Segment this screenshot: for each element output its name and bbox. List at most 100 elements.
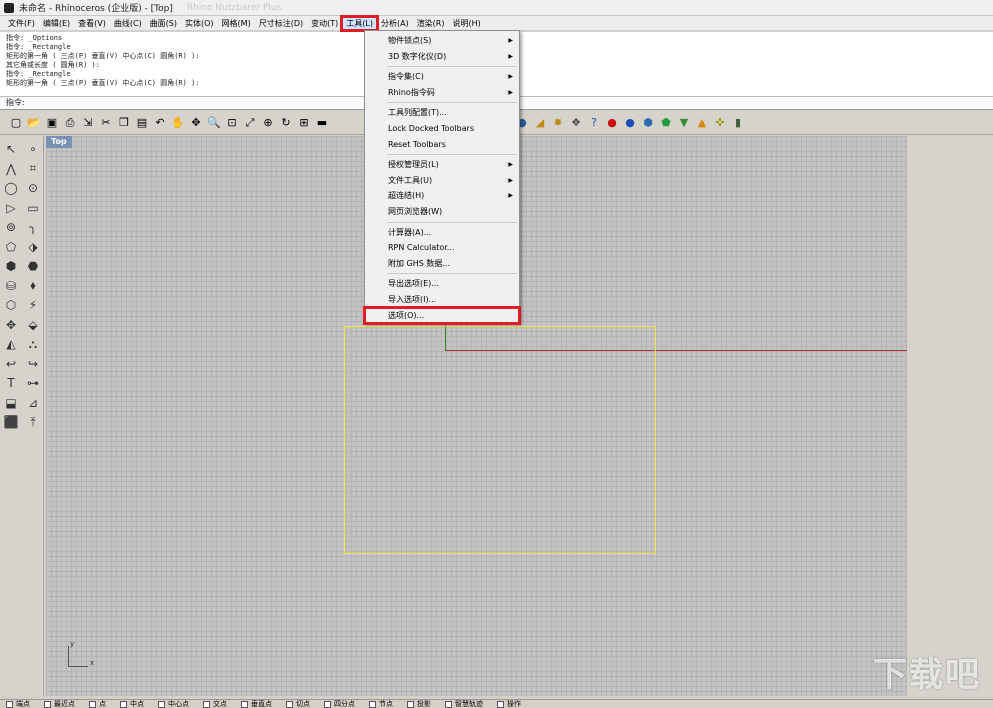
osnap-toggle[interactable]: 切点 (286, 700, 310, 708)
tools-menu-item[interactable]: 网页浏览器(W) (365, 204, 519, 220)
new-icon[interactable]: ▢ (8, 115, 24, 131)
menu-item[interactable]: 分析(A) (377, 17, 413, 30)
osnap-toggle[interactable]: 点 (89, 700, 106, 708)
tools-menu-item[interactable]: Lock Docked Toolbars (365, 121, 519, 137)
tools-menu-item[interactable]: 导出选项(E)... (365, 276, 519, 292)
menu-item[interactable]: 说明(H) (449, 17, 485, 30)
tools-menu-item[interactable]: Reset Toolbars (365, 137, 519, 153)
paste-icon[interactable]: ▤ (134, 115, 150, 131)
menu-item[interactable]: 尺寸标注(D) (255, 17, 307, 30)
menu-item[interactable]: 工具(L) (340, 14, 379, 32)
dimension-icon[interactable]: ⤒ (24, 413, 42, 431)
green-shield-icon[interactable]: ⬟ (658, 115, 674, 131)
boolean-icon[interactable]: ⬣ (24, 257, 42, 275)
flow-icon[interactable]: ⊿ (24, 394, 42, 412)
green-cup-icon[interactable]: ▼ (676, 115, 692, 131)
menu-item[interactable]: 渲染(R) (413, 17, 449, 30)
tools-menu-item[interactable]: 附加 GHS 数据... (365, 256, 519, 272)
ellipse-icon[interactable]: ⊙ (24, 179, 42, 197)
osnap-toggle[interactable]: 投影 (407, 700, 431, 708)
rectangle-object[interactable] (344, 326, 656, 554)
tools-menu-item[interactable]: 选项(O)... (363, 305, 521, 326)
blue-sphere-icon[interactable]: ● (622, 115, 638, 131)
material-icon[interactable]: ⬢ (640, 115, 656, 131)
osnap-checkbox[interactable] (407, 700, 414, 708)
osnap-checkbox[interactable] (120, 700, 127, 708)
tools-menu-item[interactable]: 超连结(H) ▶ (365, 188, 519, 204)
osnap-toggle[interactable]: 中点 (120, 700, 144, 708)
zoom-window-icon[interactable]: ⊡ (224, 115, 240, 131)
car-icon[interactable]: ▬ (314, 115, 330, 131)
tools-menu-item[interactable]: 导入选项(I)... (365, 292, 519, 308)
osnap-toggle[interactable]: 垂直点 (241, 700, 272, 708)
open-icon[interactable]: 📂 (26, 115, 42, 131)
surface-icon[interactable]: ⬠ (2, 238, 20, 256)
array-icon[interactable]: ⬓ (2, 394, 20, 412)
osnap-checkbox[interactable] (497, 700, 504, 708)
menu-item[interactable]: 变动(T) (307, 17, 342, 30)
group-icon[interactable]: ⛬ (24, 335, 42, 353)
menu-item[interactable]: 实体(O) (181, 17, 218, 30)
frame-icon[interactable]: ✜ (712, 115, 728, 131)
tools-menu-item[interactable]: 授权管理员(L) ▶ (365, 157, 519, 173)
cut-icon[interactable]: ✂ (98, 115, 114, 131)
select-arrow-icon[interactable]: ↖ (2, 140, 20, 158)
tools-menu-item[interactable]: RPN Calculator... (365, 240, 519, 256)
help-icon[interactable]: ? (586, 115, 602, 131)
curve-from-object-icon[interactable]: ↩ (2, 355, 20, 373)
circle-icon[interactable]: ◯ (2, 179, 20, 197)
tools-menu-item[interactable]: 计算器(A)... (365, 225, 519, 241)
box-solid-icon[interactable]: ⬢ (2, 257, 20, 275)
blend-icon[interactable]: ↪ (24, 355, 42, 373)
save-icon[interactable]: ▣ (44, 115, 60, 131)
osnap-checkbox[interactable] (286, 700, 293, 708)
import-icon[interactable]: ⇲ (80, 115, 96, 131)
zoom-selected-icon[interactable]: ⊕ (260, 115, 276, 131)
rectangle-points-icon[interactable]: ⌗ (24, 160, 42, 178)
four-viewports-icon[interactable]: ⊞ (296, 115, 312, 131)
osnap-checkbox[interactable] (203, 700, 210, 708)
osnap-toggle[interactable]: 节点 (369, 700, 393, 708)
osnap-toggle[interactable]: 中心点 (158, 700, 189, 708)
osnap-checkbox[interactable] (369, 700, 376, 708)
render-box-icon[interactable]: ⬛ (2, 413, 20, 431)
osnap-toggle[interactable]: 最近点 (44, 700, 75, 708)
explode-icon[interactable]: ⚡ (24, 296, 42, 314)
circle-center-icon[interactable]: ⊚ (2, 218, 20, 236)
transform-icon[interactable]: ⬡ (2, 296, 20, 314)
undo-view-icon[interactable]: ↻ (278, 115, 294, 131)
options-icon[interactable]: ❖ (568, 115, 584, 131)
settings-gear-icon[interactable]: ✸ (550, 115, 566, 131)
menu-item[interactable]: 曲面(S) (146, 17, 181, 30)
tools-menu-item[interactable]: 工具列配置(T)... (365, 105, 519, 121)
menu-item[interactable]: 文件(F) (4, 17, 39, 30)
text-icon[interactable]: T (2, 374, 20, 392)
osnap-checkbox[interactable] (324, 700, 331, 708)
shade-icon[interactable]: ◭ (2, 335, 20, 353)
polyline-icon[interactable]: ⋀ (2, 160, 20, 178)
osnap-toggle[interactable]: 智慧轨迹 (445, 700, 483, 708)
join-icon[interactable]: ⬙ (24, 316, 42, 334)
cone-icon[interactable]: ▲ (694, 115, 710, 131)
move-icon[interactable]: ✥ (2, 316, 20, 334)
point-icon[interactable]: ∘ (24, 140, 42, 158)
osnap-checkbox[interactable] (6, 700, 13, 708)
osnap-checkbox[interactable] (89, 700, 96, 708)
osnap-toggle[interactable]: 四分点 (324, 700, 355, 708)
loft-icon[interactable]: ⬗ (24, 238, 42, 256)
pan-icon[interactable]: ✋ (170, 115, 186, 131)
light-icon[interactable]: ◢ (532, 115, 548, 131)
fillet-curve-icon[interactable]: ╮ (24, 218, 42, 236)
osnap-toggle[interactable]: 操作 (497, 700, 521, 708)
curve-icon[interactable]: ▷ (2, 199, 20, 217)
osnap-toggle[interactable]: 端点 (6, 700, 30, 708)
osnap-checkbox[interactable] (158, 700, 165, 708)
cylinder-icon[interactable]: ▮ (730, 115, 746, 131)
tools-menu-item[interactable]: Rhino指令码 ▶ (365, 85, 519, 101)
tools-menu-item[interactable]: 指令集(C) ▶ (365, 69, 519, 85)
menu-item[interactable]: 曲线(C) (110, 17, 146, 30)
menu-item[interactable]: 查看(V) (74, 17, 110, 30)
menu-item[interactable]: 编辑(E) (39, 17, 74, 30)
zoom-extents-icon[interactable]: ⤢ (242, 115, 258, 131)
viewport-title-tab[interactable]: Top (46, 136, 72, 148)
